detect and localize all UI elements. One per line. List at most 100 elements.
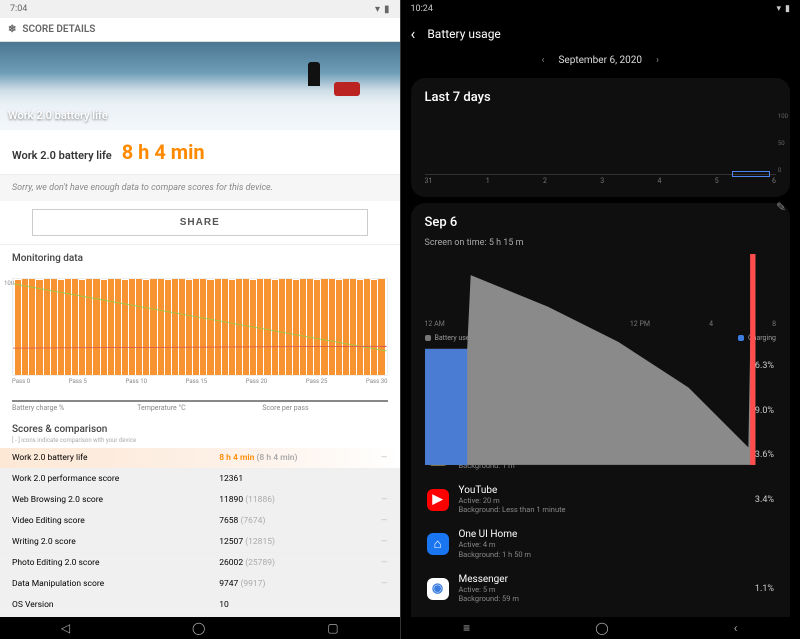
score-label: Video Editing score [0, 511, 207, 532]
week-title: Last 7 days [425, 90, 777, 105]
chart-bar [200, 279, 206, 375]
app-percent: 1.1% [755, 584, 774, 594]
share-wrap: SHARE [0, 201, 400, 244]
day-area-svg [425, 254, 776, 465]
battery-icon: ▮ [384, 4, 390, 15]
date-prev-icon[interactable]: ‹ [541, 55, 544, 66]
nav-recent-icon[interactable]: ▢ [327, 621, 338, 635]
compare-dash: — [369, 511, 400, 532]
table-row[interactable]: Work 2.0 performance score12361 [0, 469, 400, 490]
nav-back-icon[interactable]: ◁ [61, 621, 70, 635]
compare-dash: — [369, 574, 400, 595]
status-time-r: 10:24 [411, 4, 433, 14]
screen-on-time: Screen on time: 5 h 15 m [425, 238, 777, 248]
chart-bar [250, 280, 256, 375]
legend-temp: Temperature °C [137, 400, 262, 412]
back-icon[interactable]: ‹ [411, 24, 416, 43]
score-label: Photo Editing 2.0 score [0, 553, 207, 574]
headline-result: Work 2.0 battery life 8 h 4 min [0, 130, 400, 175]
app-background: Background: 59 m [459, 594, 745, 604]
status-time: 7:04 [10, 4, 27, 14]
chart-bar [136, 279, 142, 375]
chart-bar [215, 279, 221, 375]
chart-bar [129, 279, 135, 375]
chart-bar [236, 279, 242, 375]
chart-bar [193, 279, 199, 375]
app-active: Active: 4 m [459, 540, 765, 550]
score-value: 7658 (7674) [207, 511, 369, 532]
chart-bar [307, 279, 313, 375]
chart-bar [321, 279, 327, 375]
chart-bar [314, 280, 320, 375]
chart-bar [293, 280, 299, 375]
chart-bar [58, 280, 64, 375]
share-button[interactable]: SHARE [32, 209, 368, 236]
nav-home-icon[interactable]: ◯ [595, 621, 608, 635]
android-nav-left: ◁ ◯ ▢ [0, 617, 400, 639]
legend-battery: Battery charge % [12, 400, 137, 412]
chart-bar [79, 280, 85, 375]
table-row[interactable]: Photo Editing 2.0 score26002 (25789)— [0, 553, 400, 574]
week-chart[interactable]: 100 50 0 [425, 113, 777, 175]
app-icon: ◉ [427, 578, 449, 600]
android-nav-right: ≡ ◯ ‹ [401, 617, 800, 639]
date-label: September 6, 2020 [558, 55, 642, 66]
score-value: 26002 (25789) [207, 553, 369, 574]
score-value: 8 h 4 min (8 h 4 min) [207, 448, 369, 469]
nav-home-icon[interactable]: ◯ [192, 621, 205, 635]
day-title: Sep 6 [425, 215, 777, 230]
result-value: 8 h 4 min [122, 140, 205, 164]
chart-bar [93, 279, 99, 375]
table-row[interactable]: OS Version10 [0, 595, 400, 616]
nav-back-icon[interactable]: ‹ [734, 621, 738, 635]
table-row[interactable]: Video Editing score7658 (7674)— [0, 511, 400, 532]
app-row[interactable]: ◉MessengerActive: 5 mBackground: 59 m1.1… [425, 567, 777, 612]
table-row[interactable]: Data Manipulation score9747 (9917)— [0, 574, 400, 595]
screen-header: ‹ Battery usage [401, 18, 800, 49]
table-row[interactable]: Writing 2.0 score12507 (12815)— [0, 532, 400, 553]
nav-recent-icon[interactable]: ≡ [463, 621, 470, 635]
app-row[interactable]: ⌂One UI HomeActive: 4 mBackground: 1 h 5… [425, 522, 777, 567]
app-row[interactable]: ▶YouTubeActive: 20 mBackground: Less tha… [425, 478, 777, 523]
score-label: OS Version [0, 595, 207, 616]
chart-bar [36, 280, 42, 375]
chart-bar [229, 280, 235, 375]
score-value: 11890 (11886) [207, 490, 369, 511]
compare-dash: — [369, 490, 400, 511]
chart-area [12, 278, 388, 376]
chart-bar [378, 279, 384, 375]
table-row[interactable]: Work 2.0 battery life8 h 4 min (8 h 4 mi… [0, 448, 400, 469]
score-value: 12507 (12815) [207, 532, 369, 553]
date-next-icon[interactable]: › [656, 55, 659, 66]
compare-dash [369, 469, 400, 490]
chart-bar [101, 280, 107, 375]
chart-legend: Battery charge % Temperature °C Score pe… [0, 400, 400, 416]
compare-dash [369, 595, 400, 616]
edit-icon[interactable]: ✎ [776, 200, 796, 220]
chart-bar [272, 280, 278, 375]
chart-bar [29, 279, 35, 375]
snowflake-icon: ❄ [8, 24, 16, 35]
hero-title: Work 2.0 battery life [8, 109, 108, 122]
legend-score: Score per pass [262, 400, 387, 412]
chart-bar [300, 279, 306, 375]
hero-image: Work 2.0 battery life [0, 42, 400, 130]
table-row[interactable]: Web Browsing 2.0 score11890 (11886)— [0, 490, 400, 511]
chart-bar [108, 279, 114, 375]
date-nav: ‹ September 6, 2020 › [401, 49, 800, 72]
score-value: 12361 [207, 469, 369, 490]
benchmark-panel: 7:04 ▾ ▮ ❄ SCORE DETAILS Work 2.0 batter… [0, 0, 401, 639]
chart-bar [364, 279, 370, 375]
chart-bar [350, 279, 356, 375]
header-title: SCORE DETAILS [22, 24, 95, 35]
wifi-icon: ▾ [777, 4, 782, 14]
app-icon: ⌂ [427, 533, 449, 555]
chart-bar [243, 279, 249, 375]
compare-dash: — [369, 532, 400, 553]
chart-bar [207, 280, 213, 375]
chart-bar [150, 279, 156, 375]
day-chart [425, 254, 777, 316]
screen-title: Battery usage [427, 27, 500, 41]
app-icon: ▶ [427, 489, 449, 511]
chart-bar [172, 279, 178, 375]
